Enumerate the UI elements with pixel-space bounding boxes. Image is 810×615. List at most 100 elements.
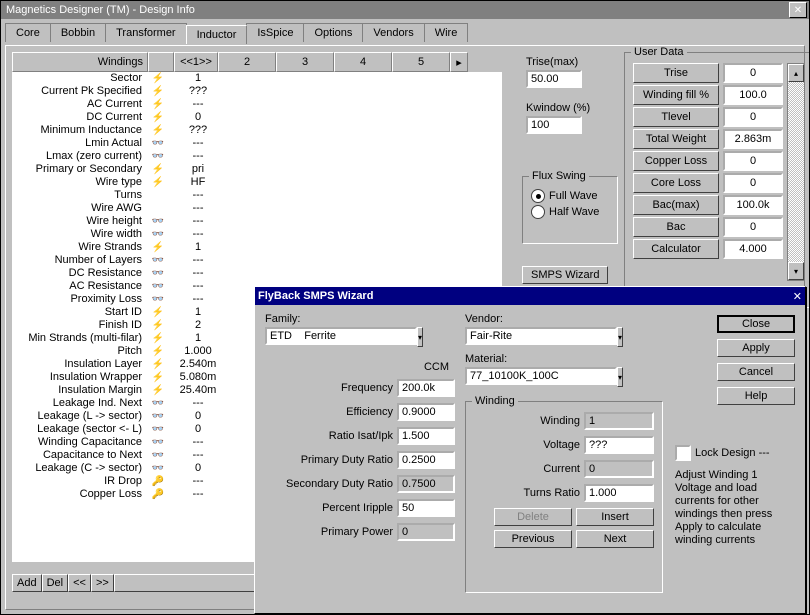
user-data-row: Tlevel0: [633, 107, 783, 127]
table-row[interactable]: Wire AWG---: [12, 202, 502, 215]
flux-swing-group: Flux Swing Full Wave Half Wave: [522, 176, 618, 244]
tab-bobbin[interactable]: Bobbin: [50, 23, 106, 42]
table-row[interactable]: Wire width👓---: [12, 228, 502, 241]
half-wave-radio[interactable]: Half Wave: [531, 205, 609, 219]
tab-transformer[interactable]: Transformer: [105, 23, 187, 42]
user-data-row: Bac0: [633, 217, 783, 237]
col-header-5[interactable]: 5: [392, 52, 450, 72]
winding-number-input: [584, 412, 654, 430]
cancel-button[interactable]: Cancel: [717, 363, 795, 381]
chevron-down-icon[interactable]: ▾: [417, 327, 423, 347]
user-data-row: Calculator4.000: [633, 239, 783, 259]
scroll-down-icon[interactable]: ▾: [788, 262, 804, 280]
ccm-label: CCM: [265, 361, 455, 373]
row-icon: 🔑: [146, 475, 170, 488]
help-button[interactable]: Help: [717, 387, 795, 405]
chevron-down-icon[interactable]: ▾: [617, 327, 623, 347]
tab-isspice[interactable]: IsSpice: [246, 23, 304, 42]
kwindow-input[interactable]: [526, 116, 582, 134]
col-header-nav[interactable]: <<1>>: [174, 52, 218, 72]
row-icon: ⚡: [146, 332, 170, 345]
next-button[interactable]: >>: [91, 574, 114, 592]
table-row[interactable]: Sector⚡1: [12, 72, 502, 85]
row-icon: 👓: [146, 397, 170, 410]
tab-wire[interactable]: Wire: [424, 23, 469, 42]
apply-button[interactable]: Apply: [717, 339, 795, 357]
add-button[interactable]: Add: [12, 574, 42, 592]
previous-button[interactable]: Previous: [494, 530, 572, 548]
chevron-down-icon[interactable]: ▾: [617, 367, 623, 387]
row-icon: 👓: [146, 150, 170, 163]
vendor-combo[interactable]: ▾: [465, 327, 615, 347]
close-button[interactable]: Close: [717, 315, 795, 333]
table-row[interactable]: Wire type⚡HF: [12, 176, 502, 189]
lock-design-checkbox[interactable]: Lock Design ---: [675, 445, 795, 461]
row-icon: 👓: [146, 462, 170, 475]
table-row[interactable]: Wire Strands⚡1: [12, 241, 502, 254]
efficiency-input[interactable]: [397, 403, 455, 421]
table-row[interactable]: Turns---: [12, 189, 502, 202]
row-icon: 👓: [146, 293, 170, 306]
dialog-close-icon[interactable]: ✕: [793, 290, 802, 303]
tab-options[interactable]: Options: [303, 23, 363, 42]
col-header-icon[interactable]: [148, 52, 174, 72]
delete-button[interactable]: Delete: [494, 508, 572, 526]
frequency-input[interactable]: [397, 379, 455, 397]
prev-button[interactable]: <<: [68, 574, 91, 592]
table-row[interactable]: Lmax (zero current)👓---: [12, 150, 502, 163]
voltage-input[interactable]: [584, 436, 654, 454]
col-header-2[interactable]: 2: [218, 52, 276, 72]
col-header-4[interactable]: 4: [334, 52, 392, 72]
row-icon: 👓: [146, 254, 170, 267]
user-data-row: Core Loss0: [633, 173, 783, 193]
tab-strip: CoreBobbinTransformerInductorIsSpiceOpti…: [1, 19, 809, 42]
table-row[interactable]: Minimum Inductance⚡???: [12, 124, 502, 137]
next-winding-button[interactable]: Next: [576, 530, 654, 548]
row-icon: 👓: [146, 410, 170, 423]
table-row[interactable]: DC Current⚡0: [12, 111, 502, 124]
row-icon: ⚡: [146, 345, 170, 358]
row-icon: ⚡: [146, 176, 170, 189]
material-combo[interactable]: ▾: [465, 367, 615, 387]
close-icon[interactable]: ✕: [789, 2, 807, 18]
table-row[interactable]: Wire height👓---: [12, 215, 502, 228]
row-icon: ⚡: [146, 98, 170, 111]
table-row[interactable]: DC Resistance👓---: [12, 267, 502, 280]
trise-max-input[interactable]: [526, 70, 582, 88]
ratio-input[interactable]: [397, 427, 455, 445]
insert-button[interactable]: Insert: [576, 508, 654, 526]
row-icon: 👓: [146, 215, 170, 228]
user-data-row: Bac(max)100.0k: [633, 195, 783, 215]
smps-wizard-button[interactable]: SMPS Wizard: [522, 266, 608, 284]
row-icon: ⚡: [146, 358, 170, 371]
user-data-scrollbar[interactable]: ▴ ▾: [787, 63, 805, 281]
user-data-legend: User Data: [631, 46, 687, 58]
table-row[interactable]: Number of Layers👓---: [12, 254, 502, 267]
kwindow-label: Kwindow (%): [526, 102, 606, 114]
tab-vendors[interactable]: Vendors: [362, 23, 424, 42]
row-icon: ⚡: [146, 124, 170, 137]
dialog-titlebar[interactable]: FlyBack SMPS Wizard ✕: [255, 287, 805, 305]
table-row[interactable]: Current Pk Specified⚡???: [12, 85, 502, 98]
full-wave-radio[interactable]: Full Wave: [531, 189, 609, 203]
turns-ratio-input[interactable]: [584, 484, 654, 502]
primary-power-input: [397, 523, 455, 541]
user-data-row: Winding fill %100.0: [633, 85, 783, 105]
table-row[interactable]: Lmin Actual👓---: [12, 137, 502, 150]
family-combo[interactable]: ▾: [265, 327, 405, 347]
user-data-row: Copper Loss0: [633, 151, 783, 171]
window-title: Magnetics Designer (TM) - Design Info: [3, 4, 787, 16]
primary-duty-input[interactable]: [397, 451, 455, 469]
scroll-right-icon[interactable]: ▸: [450, 52, 468, 72]
percent-iripple-input[interactable]: [397, 499, 455, 517]
tab-inductor[interactable]: Inductor: [186, 25, 248, 44]
col-header-3[interactable]: 3: [276, 52, 334, 72]
table-row[interactable]: Primary or Secondary⚡pri: [12, 163, 502, 176]
scroll-up-icon[interactable]: ▴: [788, 64, 804, 82]
del-button[interactable]: Del: [42, 574, 69, 592]
row-icon: ⚡: [146, 306, 170, 319]
table-row[interactable]: AC Current⚡---: [12, 98, 502, 111]
row-icon: 👓: [146, 423, 170, 436]
tab-core[interactable]: Core: [5, 23, 51, 42]
col-header-windings[interactable]: Windings: [12, 52, 148, 72]
